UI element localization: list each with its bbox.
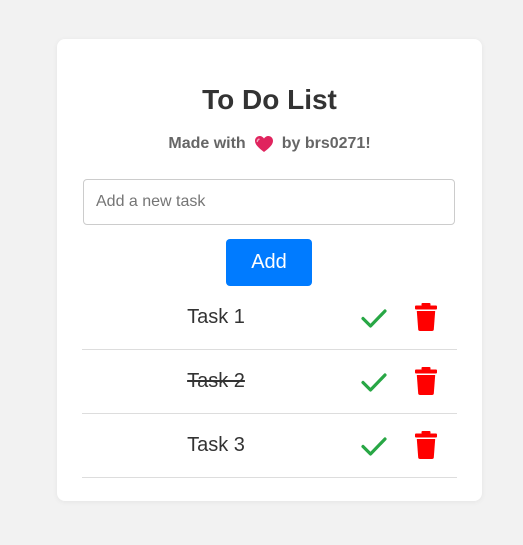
task-text: Task 1	[187, 306, 245, 328]
task-text: Task 2	[187, 370, 245, 392]
heart-icon	[254, 135, 274, 153]
page-title: To Do List	[202, 84, 337, 115]
check-icon	[361, 309, 387, 328]
trash-icon	[415, 431, 437, 459]
subtitle: Made with by brs0271!	[57, 135, 482, 153]
delete-task-button[interactable]	[413, 366, 439, 396]
add-task-button[interactable]: Add	[226, 239, 312, 286]
trash-icon	[415, 303, 437, 331]
task-item: Task 1	[82, 286, 457, 350]
task-item: Task 2	[82, 350, 457, 414]
trash-icon	[415, 367, 437, 395]
subtitle-prefix: Made with	[168, 135, 246, 152]
complete-task-button[interactable]	[360, 304, 388, 332]
subtitle-suffix: by brs0271!	[281, 135, 371, 152]
check-icon	[361, 437, 387, 456]
task-item: Task 3	[82, 414, 457, 478]
todo-card: To Do List Made with by brs0271! Add Tas…	[57, 39, 482, 501]
task-text: Task 3	[187, 434, 245, 456]
complete-task-button[interactable]	[360, 432, 388, 460]
delete-task-button[interactable]	[413, 430, 439, 460]
check-icon	[361, 373, 387, 392]
new-task-input[interactable]	[83, 179, 455, 225]
complete-task-button[interactable]	[360, 368, 388, 396]
delete-task-button[interactable]	[413, 302, 439, 332]
task-list: Task 1 Task 2 Task 3	[82, 286, 457, 478]
